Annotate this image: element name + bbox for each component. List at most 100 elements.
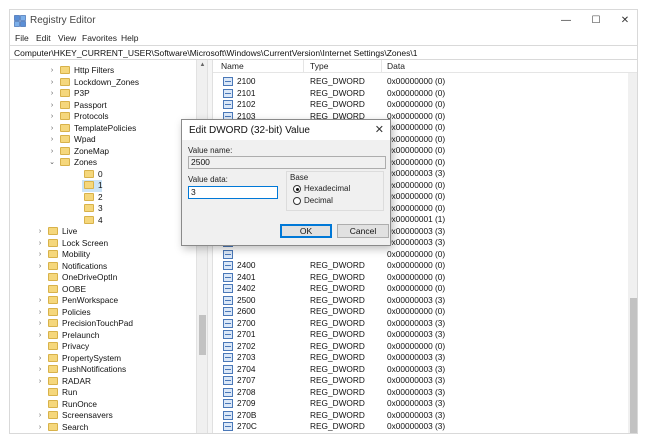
table-row[interactable]: 2702 REG_DWORD 0x00000000 (0)	[213, 341, 623, 353]
table-row[interactable]: 2101 REG_DWORD 0x00000000 (0)	[213, 88, 623, 100]
list-scroll-thumb[interactable]	[630, 298, 637, 433]
expand-arrow-icon[interactable]: ›	[36, 307, 44, 318]
column-data[interactable]: Data	[387, 61, 405, 71]
value-data-field[interactable]: 3	[188, 186, 278, 199]
table-row[interactable]: 2600 REG_DWORD 0x00000000 (0)	[213, 306, 623, 318]
expand-arrow-icon[interactable]: ›	[48, 123, 56, 134]
expand-arrow-icon[interactable]: ›	[36, 376, 44, 387]
expand-arrow-icon[interactable]: ›	[36, 261, 44, 272]
expand-arrow-icon[interactable]: ›	[48, 77, 56, 88]
title-bar[interactable]: Registry Editor — ☐ ✕	[10, 10, 637, 32]
table-row[interactable]: 270C REG_DWORD 0x00000003 (3)	[213, 421, 623, 433]
expand-arrow-icon[interactable]: ›	[48, 100, 56, 111]
expand-arrow-icon[interactable]: ›	[48, 88, 56, 99]
table-row[interactable]: 2400 REG_DWORD 0x00000000 (0)	[213, 260, 623, 272]
tree-item[interactable]: 1	[82, 180, 103, 192]
tree-item[interactable]: › PushNotifications	[10, 364, 196, 376]
tree-item[interactable]: › Search	[10, 422, 196, 434]
list-scrollbar[interactable]	[628, 73, 637, 433]
table-row[interactable]: 2708 REG_DWORD 0x00000003 (3)	[213, 387, 623, 399]
expand-arrow-icon[interactable]: ›	[48, 65, 56, 76]
expand-arrow-icon[interactable]: ›	[36, 422, 44, 433]
table-row[interactable]: 2700 REG_DWORD 0x00000003 (3)	[213, 318, 623, 330]
tree-item[interactable]: › Prelaunch	[10, 330, 196, 342]
dialog-close-icon[interactable]: ✕	[375, 123, 384, 136]
address-bar[interactable]: Computer\HKEY_CURRENT_USER\Software\Micr…	[10, 45, 637, 60]
tree-item[interactable]: 2	[10, 192, 196, 204]
expand-arrow-icon[interactable]: ›	[36, 353, 44, 364]
expand-arrow-icon[interactable]: ›	[48, 134, 56, 145]
table-row[interactable]: 2704 REG_DWORD 0x00000003 (3)	[213, 364, 623, 376]
ok-button[interactable]: OK	[280, 224, 332, 238]
tree-item[interactable]: › PrecisionTouchPad	[10, 318, 196, 330]
tree-scroll-thumb[interactable]	[199, 315, 206, 355]
tree-item[interactable]: › P3P	[10, 88, 196, 100]
tree-item[interactable]: › Wpad	[10, 134, 196, 146]
cancel-button[interactable]: Cancel	[337, 224, 389, 238]
tree-item[interactable]: › Notifications	[10, 261, 196, 273]
menu-favorites[interactable]: Favorites	[82, 33, 117, 43]
expand-arrow-icon[interactable]: ›	[48, 111, 56, 122]
tree-item[interactable]: RunOnce	[10, 399, 196, 411]
expand-arrow-icon[interactable]: ›	[36, 410, 44, 421]
tree-item[interactable]: OneDriveOptIn	[10, 272, 196, 284]
tree-item[interactable]: 3	[10, 203, 196, 215]
tree-item[interactable]: › Mobility	[10, 249, 196, 261]
table-row[interactable]: 2703 REG_DWORD 0x00000003 (3)	[213, 352, 623, 364]
tree-item[interactable]: › Live	[10, 226, 196, 238]
expand-arrow-icon[interactable]: ›	[36, 364, 44, 375]
table-row[interactable]: 2500 REG_DWORD 0x00000003 (3)	[213, 295, 623, 307]
close-button[interactable]: ✕	[610, 10, 637, 32]
tree-item[interactable]: › Screensavers	[10, 410, 196, 422]
tree-item[interactable]: OOBE	[10, 284, 196, 296]
table-row[interactable]: 2707 REG_DWORD 0x00000003 (3)	[213, 375, 623, 387]
expand-arrow-icon[interactable]: ›	[36, 318, 44, 329]
tree-item[interactable]: › Lock Screen	[10, 238, 196, 250]
menu-file[interactable]: File	[15, 33, 29, 43]
expand-arrow-icon[interactable]: ›	[36, 226, 44, 237]
menu-help[interactable]: Help	[121, 33, 138, 43]
menu-edit[interactable]: Edit	[36, 33, 51, 43]
expand-arrow-icon[interactable]: ›	[36, 249, 44, 260]
tree-item[interactable]: › RADAR	[10, 376, 196, 388]
collapse-arrow-icon[interactable]: ⌄	[48, 157, 56, 168]
minimize-button[interactable]: —	[551, 10, 581, 32]
tree-item[interactable]: Run	[10, 387, 196, 399]
column-divider[interactable]	[381, 60, 382, 73]
menu-view[interactable]: View	[58, 33, 76, 43]
tree-item[interactable]: Privacy	[10, 341, 196, 353]
tree-scrollbar[interactable]: ▲	[196, 60, 207, 433]
tree-item[interactable]: › Passport	[10, 100, 196, 112]
expand-arrow-icon[interactable]: ›	[36, 330, 44, 341]
table-row[interactable]: 2100 REG_DWORD 0x00000000 (0)	[213, 76, 623, 88]
value-name-field[interactable]: 2500	[188, 156, 386, 169]
table-row[interactable]: 270B REG_DWORD 0x00000003 (3)	[213, 410, 623, 422]
table-row[interactable]: 2102 REG_DWORD 0x00000000 (0)	[213, 99, 623, 111]
tree-item[interactable]: 4	[10, 215, 196, 227]
maximize-button[interactable]: ☐	[581, 10, 611, 32]
tree-item[interactable]: › ZoneMap	[10, 146, 196, 158]
value-type: REG_DWORD	[310, 76, 365, 86]
decimal-radio[interactable]	[293, 197, 301, 205]
tree-item[interactable]: › Lockdown_Zones	[10, 77, 196, 89]
hexadecimal-radio[interactable]	[293, 185, 301, 193]
tree-item[interactable]: › TemplatePolicies	[10, 123, 196, 135]
tree-item[interactable]: ⌄ Zones	[10, 157, 196, 169]
tree-item[interactable]: 0	[10, 169, 196, 181]
expand-arrow-icon[interactable]: ›	[48, 146, 56, 157]
tree-item[interactable]: › Policies	[10, 307, 196, 319]
tree-item[interactable]: › PropertySystem	[10, 353, 196, 365]
table-row[interactable]: 2401 REG_DWORD 0x00000000 (0)	[213, 272, 623, 284]
column-name[interactable]: Name	[221, 61, 244, 71]
tree-item[interactable]: › Protocols	[10, 111, 196, 123]
table-row[interactable]: 0x00000000 (0)	[213, 249, 623, 261]
tree-item[interactable]: › Http Filters	[10, 65, 196, 77]
table-row[interactable]: 2402 REG_DWORD 0x00000000 (0)	[213, 283, 623, 295]
expand-arrow-icon[interactable]: ›	[36, 295, 44, 306]
tree-item[interactable]: › PenWorkspace	[10, 295, 196, 307]
expand-arrow-icon[interactable]: ›	[36, 238, 44, 249]
column-divider[interactable]	[303, 60, 304, 73]
table-row[interactable]: 2701 REG_DWORD 0x00000003 (3)	[213, 329, 623, 341]
column-type[interactable]: Type	[310, 61, 328, 71]
table-row[interactable]: 2709 REG_DWORD 0x00000003 (3)	[213, 398, 623, 410]
